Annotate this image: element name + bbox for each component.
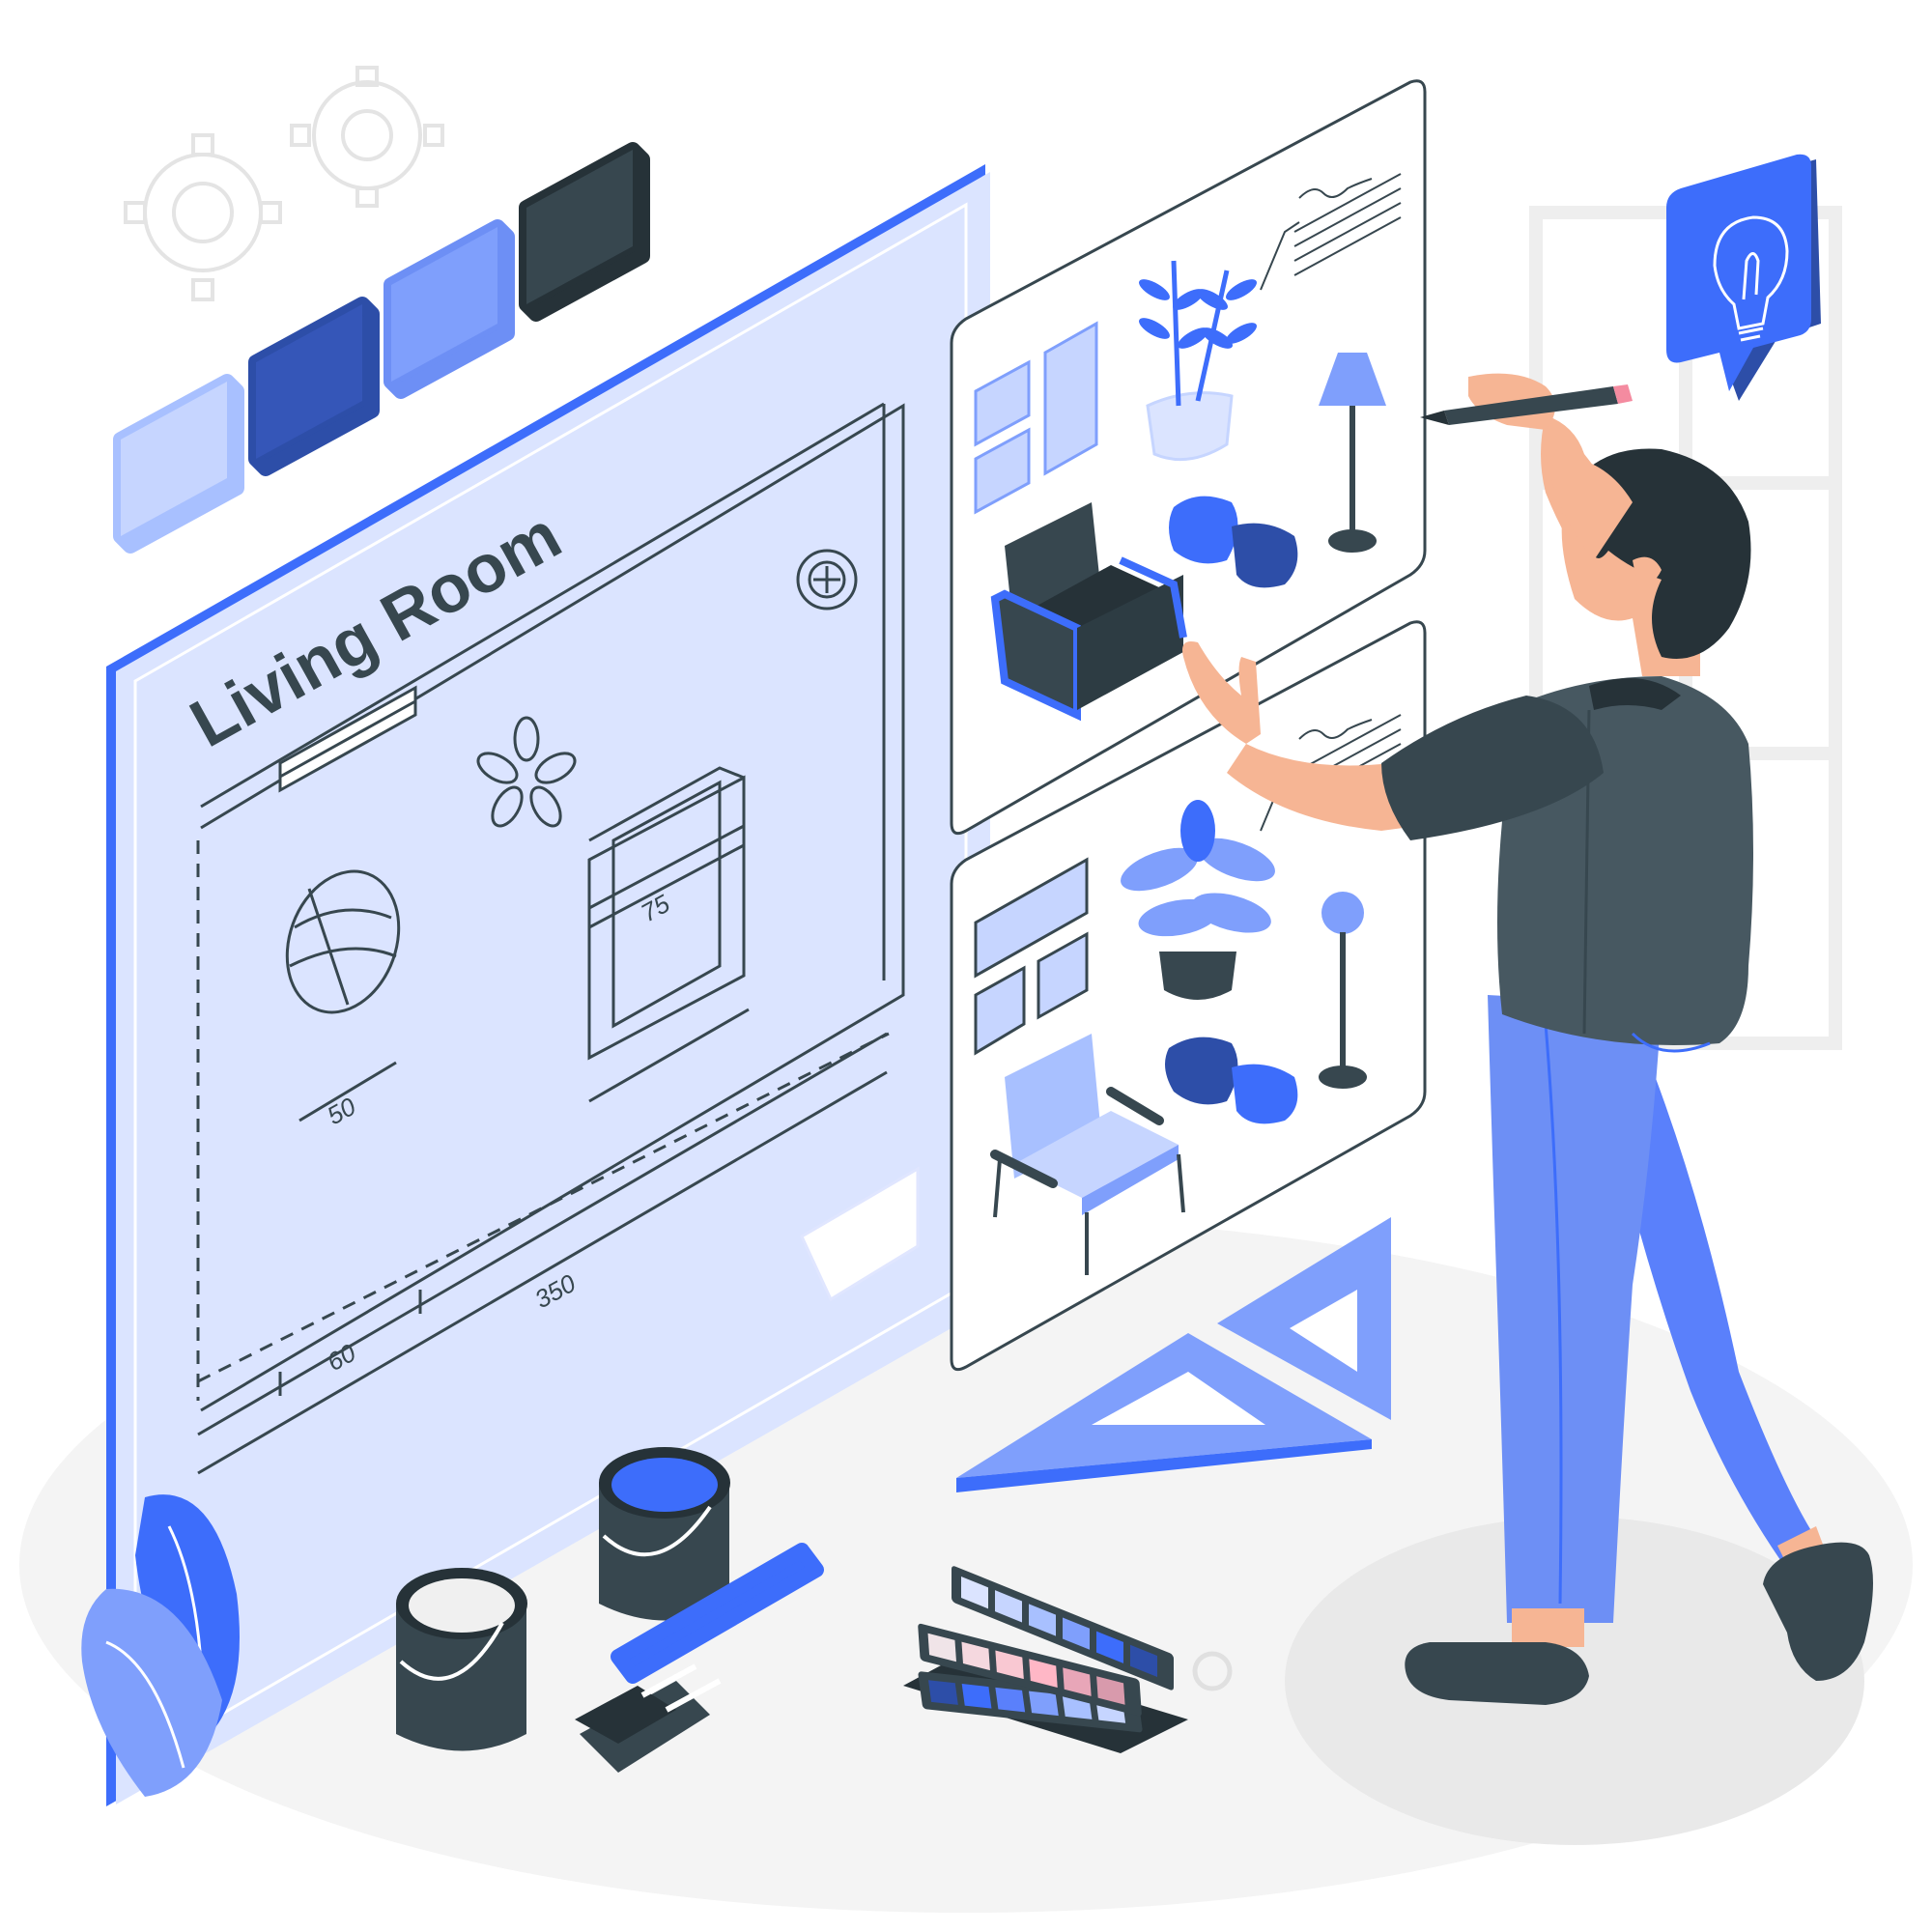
swatch-2[interactable]	[248, 297, 380, 476]
swatch-1[interactable]	[113, 374, 244, 554]
gear-icon	[290, 66, 444, 208]
swatch-4[interactable]	[519, 142, 650, 322]
swatch-3[interactable]	[384, 219, 515, 399]
interior-design-scene: Living Room 50 75 60 350	[19, 66, 1913, 1913]
paint-can-white	[396, 1568, 527, 1751]
gear-icon	[124, 133, 282, 301]
